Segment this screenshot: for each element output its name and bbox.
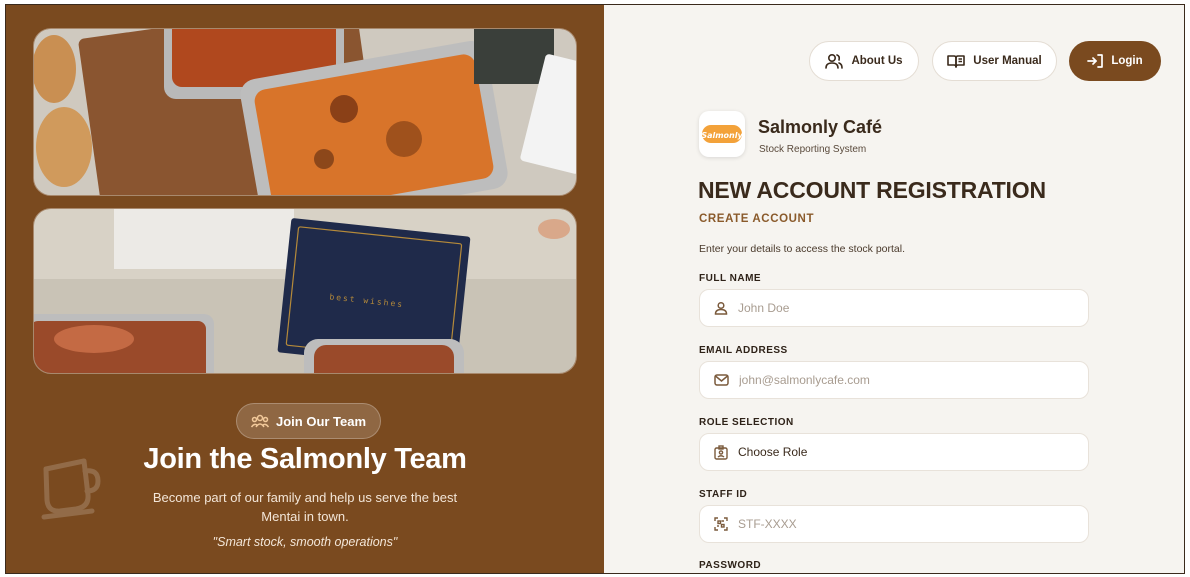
staff-id-label: STAFF ID bbox=[699, 489, 748, 500]
email-input[interactable] bbox=[739, 373, 1059, 387]
password-label: PASSWORD bbox=[699, 560, 762, 571]
login-icon bbox=[1087, 54, 1104, 68]
users-icon bbox=[825, 53, 844, 69]
qr-scan-icon bbox=[714, 517, 728, 531]
join-team-badge-label: Join Our Team bbox=[276, 413, 367, 429]
brand-logo: Salmonly bbox=[699, 111, 745, 157]
full-name-field[interactable] bbox=[699, 289, 1089, 327]
id-badge-icon bbox=[714, 444, 728, 460]
role-label: ROLE SELECTION bbox=[699, 417, 794, 428]
role-select-value: Choose Role bbox=[738, 445, 808, 459]
email-label: EMAIL ADDRESS bbox=[699, 345, 788, 356]
about-us-button[interactable]: About Us bbox=[809, 41, 919, 81]
team-icon bbox=[251, 414, 269, 428]
role-select[interactable]: Choose Role bbox=[699, 433, 1089, 471]
hero-description: Become part of our family and help us se… bbox=[152, 490, 458, 524]
left-hero-panel: best wishes Join Our Team Join the Salmo… bbox=[6, 5, 604, 573]
login-label: Login bbox=[1111, 55, 1143, 67]
full-name-input[interactable] bbox=[738, 301, 1058, 315]
page-title: NEW ACCOUNT REGISTRATION bbox=[698, 177, 1046, 203]
registration-panel: About Us User Manual Login Salmonly Salm… bbox=[604, 5, 1184, 573]
user-icon bbox=[714, 301, 728, 315]
user-manual-label: User Manual bbox=[973, 55, 1042, 67]
hero-photo-card-and-trays: best wishes bbox=[33, 208, 577, 374]
form-intro-text: Enter your details to access the stock p… bbox=[699, 243, 906, 255]
book-open-icon bbox=[947, 54, 966, 68]
login-button[interactable]: Login bbox=[1069, 41, 1161, 81]
about-us-label: About Us bbox=[851, 55, 903, 67]
staff-id-input[interactable] bbox=[738, 517, 1058, 531]
brand-name: Salmonly Café bbox=[758, 117, 883, 137]
hero-quote: "Smart stock, smooth operations" bbox=[212, 535, 398, 549]
hero-title: Join the Salmonly Team bbox=[143, 443, 467, 475]
email-field[interactable] bbox=[699, 361, 1089, 399]
staff-id-field[interactable] bbox=[699, 505, 1089, 543]
mail-icon bbox=[714, 374, 729, 386]
app-frame: best wishes Join Our Team Join the Salmo… bbox=[5, 4, 1185, 574]
user-manual-button[interactable]: User Manual bbox=[932, 41, 1057, 81]
section-subtitle: CREATE ACCOUNT bbox=[699, 213, 815, 225]
hero-photo-creme-brulee bbox=[33, 28, 577, 196]
join-team-badge: Join Our Team bbox=[236, 403, 382, 439]
full-name-label: FULL NAME bbox=[699, 273, 762, 284]
brand-subtitle: Stock Reporting System bbox=[759, 144, 867, 155]
brand-logo-text: Salmonly bbox=[702, 131, 742, 140]
